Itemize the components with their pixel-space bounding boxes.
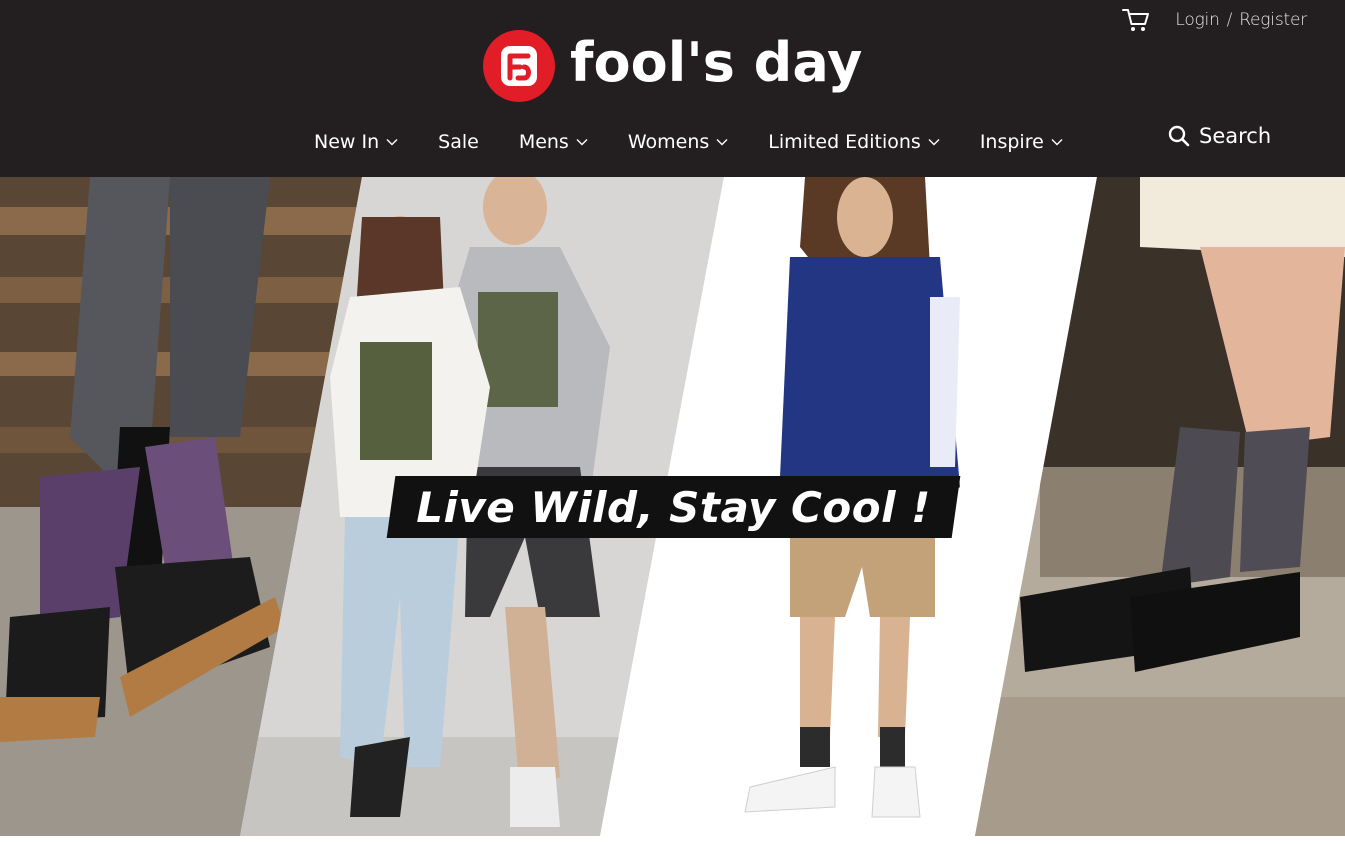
search-button[interactable]: Search bbox=[1168, 124, 1271, 148]
nav-limited-editions[interactable]: Limited Editions bbox=[768, 131, 940, 153]
login-link[interactable]: Login bbox=[1175, 10, 1219, 30]
brand-logo[interactable]: fool's day bbox=[482, 28, 862, 104]
search-label: Search bbox=[1199, 124, 1272, 148]
top-bar: Login / Register bbox=[1121, 6, 1307, 34]
hero-headline: Live Wild, Stay Cool ! bbox=[416, 482, 931, 532]
shopping-cart-icon[interactable] bbox=[1121, 6, 1151, 34]
nav-label: Inspire bbox=[979, 131, 1044, 153]
chevron-down-icon bbox=[386, 139, 398, 146]
nav-label: Mens bbox=[518, 131, 569, 153]
site-header: Login / Register fool's day New In Sale … bbox=[0, 0, 1345, 177]
nav-label: Sale bbox=[438, 131, 479, 153]
account-separator: / bbox=[1226, 10, 1233, 30]
chevron-down-icon bbox=[1051, 139, 1063, 146]
nav-sale[interactable]: Sale bbox=[438, 131, 479, 153]
register-link[interactable]: Register bbox=[1239, 10, 1307, 30]
account-links: Login / Register bbox=[1175, 10, 1307, 30]
hero-banner[interactable]: Live Wild, Stay Cool ! bbox=[0, 177, 1345, 836]
nav-inspire[interactable]: Inspire bbox=[980, 131, 1063, 153]
search-icon bbox=[1168, 125, 1190, 147]
chevron-down-icon bbox=[576, 139, 588, 146]
nav-new-in[interactable]: New In bbox=[314, 131, 398, 153]
brand-name: fool's day bbox=[570, 31, 863, 94]
nav-label: Womens bbox=[627, 131, 710, 153]
chevron-down-icon bbox=[716, 139, 728, 146]
nav-label: New In bbox=[314, 131, 380, 153]
hero-headline-banner[interactable]: Live Wild, Stay Cool ! bbox=[386, 476, 961, 538]
main-nav: New In Sale Mens Womens Limited Editions… bbox=[314, 128, 1063, 156]
nav-mens[interactable]: Mens bbox=[519, 131, 588, 153]
nav-womens[interactable]: Womens bbox=[628, 131, 728, 153]
nav-label: Limited Editions bbox=[768, 131, 921, 153]
brand-mark-icon bbox=[483, 30, 555, 102]
chevron-down-icon bbox=[928, 139, 940, 146]
